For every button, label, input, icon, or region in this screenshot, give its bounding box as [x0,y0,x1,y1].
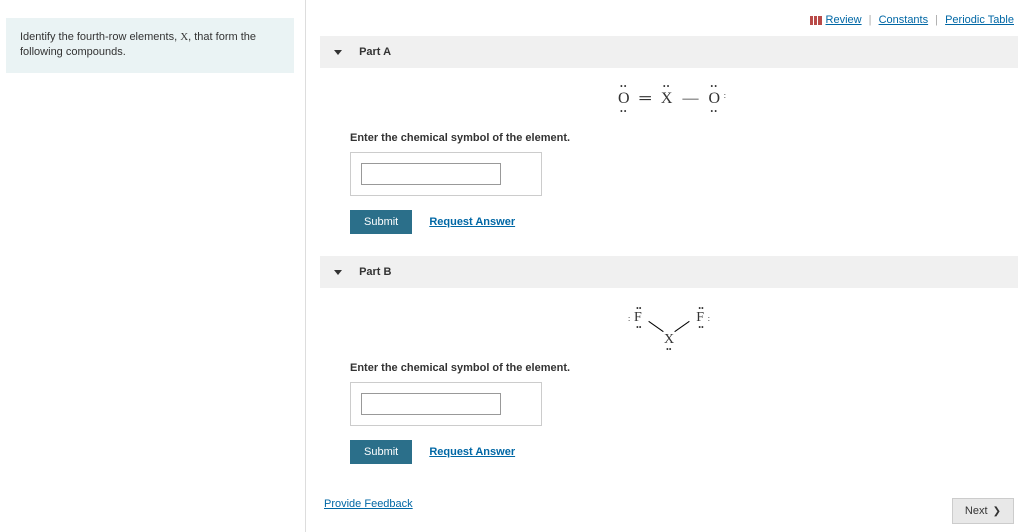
prompt-text-before: Identify the fourth-row elements, [20,31,180,43]
part-a-request-answer-link[interactable]: Request Answer [429,216,515,228]
periodic-table-link[interactable]: Periodic Table [945,14,1014,26]
part-b-body: •• : •• F •• : •• F •• X Enter [320,288,1018,486]
constants-link[interactable]: Constants [879,14,929,26]
part-b-title: Part B [359,266,391,278]
part-a-title: Part A [359,46,391,58]
part-b-instruction: Enter the chemical symbol of the element… [350,362,988,374]
atom-o-left: O [618,90,630,107]
collapse-icon [334,270,342,275]
part-a-answer-input[interactable] [361,163,501,185]
part-a-body: •• •• O ═ •• X — •• •• : O Enter the che… [320,68,1018,256]
review-flag-icon [810,16,822,25]
bond-right-icon [674,321,689,332]
part-b-answer-input[interactable] [361,393,501,415]
provide-feedback-link[interactable]: Provide Feedback [324,498,413,510]
next-label: Next [965,505,988,517]
next-button[interactable]: Next ❯ [952,498,1014,524]
collapse-icon [334,50,342,55]
chevron-right-icon: ❯ [993,506,1001,517]
link-separator: | [869,14,872,26]
part-a-submit-button[interactable]: Submit [350,210,412,234]
top-links-bar: Review | Constants | Periodic Table [320,0,1018,36]
review-link[interactable]: Review [826,14,862,26]
part-b-submit-button[interactable]: Submit [350,440,412,464]
part-a-lewis-structure: •• •• O ═ •• X — •• •• : O [350,82,988,122]
part-b-lewis-structure: •• : •• F •• : •• F •• X [350,302,988,352]
part-a-input-container [350,152,542,196]
single-bond-icon: — [682,90,698,108]
prompt-variable: X [180,31,188,43]
bond-left-icon [648,321,663,332]
link-separator: | [935,14,938,26]
double-bond-icon: ═ [640,90,651,108]
question-prompt: Identify the fourth-row elements, X, tha… [6,18,294,73]
part-b-request-answer-link[interactable]: Request Answer [429,446,515,458]
atom-x-center: X [661,90,673,107]
part-b-input-container [350,382,542,426]
part-a-header[interactable]: Part A [320,36,1018,68]
part-a-instruction: Enter the chemical symbol of the element… [350,132,988,144]
part-b-header[interactable]: Part B [320,256,1018,288]
atom-o-right: O [708,90,720,107]
vertical-divider [305,0,306,532]
